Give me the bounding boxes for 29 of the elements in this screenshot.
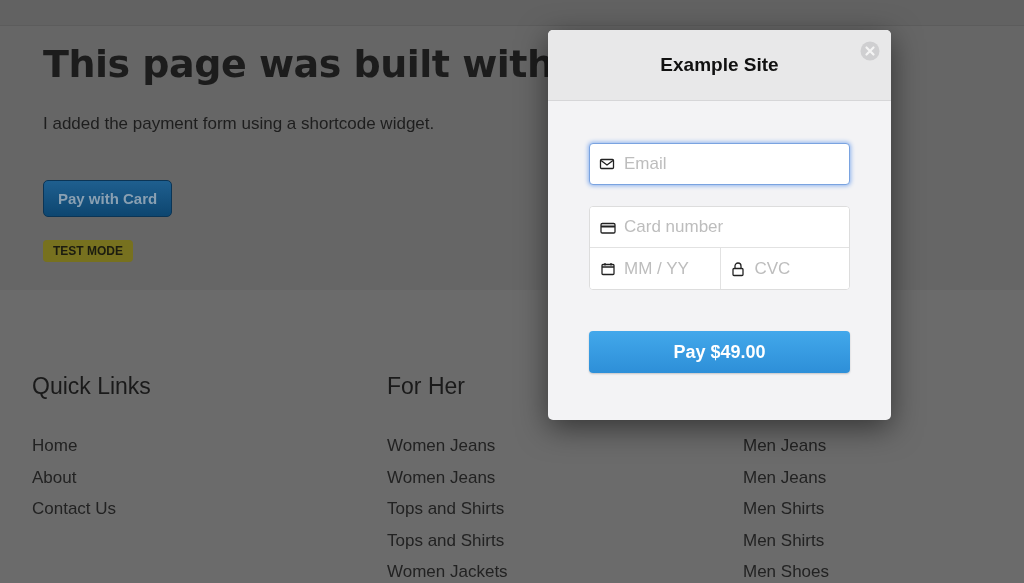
footer-link[interactable]: Contact Us [32,493,117,525]
card-number-field[interactable]: Card number [590,207,849,248]
envelope-icon [599,156,615,172]
footer-link[interactable]: Men Jeans [743,461,827,493]
intro-text: I added the payment form using a shortcode widget. [43,114,435,134]
footer-link[interactable]: Tops and Shirts [387,493,505,525]
pay-with-card-button[interactable]: Pay with Card [43,180,173,217]
column-heading: For Her [387,372,465,400]
footer-link[interactable]: Men Shirts [743,493,825,525]
dialog-title: Example Site [660,54,779,76]
pay-button[interactable]: Pay $49.00 [589,331,850,373]
close-icon[interactable] [860,41,880,61]
cvc-field[interactable]: CVC [719,248,849,289]
lock-icon [729,260,746,277]
footer-link[interactable]: Tops and Shirts [387,524,505,556]
test-mode-badge: TEST MODE [43,240,133,262]
footer-link[interactable]: About [32,461,77,493]
footer-link[interactable]: Men Shirts [743,524,825,556]
calendar-icon [600,260,616,277]
footer-link[interactable]: Men Shoes [743,556,829,583]
card-details-field[interactable]: Card number MM / YY CVC [589,206,850,290]
footer-link[interactable]: Home [32,430,78,462]
footer-link[interactable]: Women Jeans [387,461,496,493]
footer-link[interactable]: Women Jackets [387,556,508,583]
page-heading: This page was built with [43,41,554,88]
email-field[interactable]: Email [589,143,850,185]
footer-link[interactable]: Men Jeans [743,430,827,462]
column-heading: Quick Links [32,372,151,400]
footer-link[interactable]: Women Jeans [387,430,496,462]
